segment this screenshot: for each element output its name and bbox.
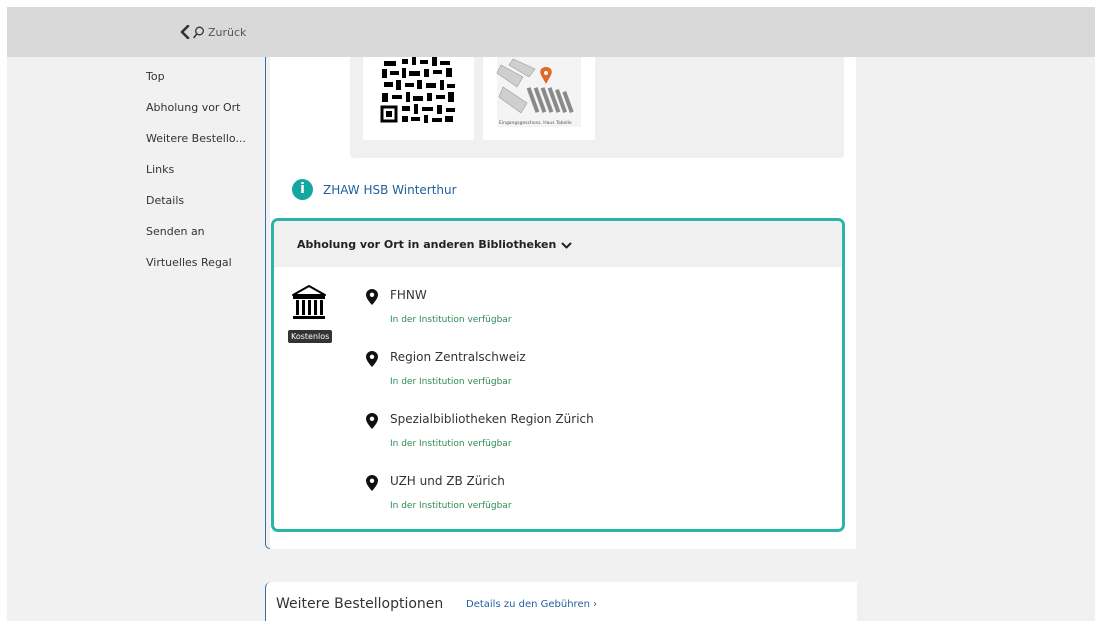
availability-status: In der Institution verfügbar bbox=[390, 315, 512, 325]
nav-item-top[interactable]: Top bbox=[146, 67, 246, 98]
availability-status: In der Institution verfügbar bbox=[390, 377, 512, 387]
section-nav: Top Abholung vor Ort Weitere Bestello...… bbox=[146, 67, 246, 284]
map-pin-icon bbox=[366, 413, 378, 433]
nav-item-links[interactable]: Links bbox=[146, 160, 246, 191]
map-caption: Eingangsgeschoss, Haus Tabelle bbox=[499, 120, 572, 126]
institution-name[interactable]: FHNW bbox=[390, 288, 427, 302]
nav-item-abholung[interactable]: Abholung vor Ort bbox=[146, 98, 246, 129]
map-pin-icon bbox=[366, 475, 378, 495]
app-frame: Zurück Top Abholung vor Ort Weitere Best… bbox=[7, 7, 1095, 621]
top-bar: Zurück bbox=[7, 7, 1095, 57]
pickup-header[interactable]: Abholung vor Ort in anderen Bibliotheken bbox=[274, 221, 842, 267]
pickup-other-libraries-panel: Abholung vor Ort in anderen Bibliotheken… bbox=[271, 218, 845, 532]
nav-item-details[interactable]: Details bbox=[146, 191, 246, 222]
library-info[interactable]: i ZHAW HSB Winterthur bbox=[292, 179, 457, 200]
availability-status: In der Institution verfügbar bbox=[390, 501, 512, 511]
nav-item-bestelloptionen[interactable]: Weitere Bestello... bbox=[146, 129, 246, 160]
map-pin-icon bbox=[366, 351, 378, 371]
back-label: Zurück bbox=[208, 25, 247, 39]
chevron-left-icon bbox=[179, 25, 191, 39]
nav-item-regal[interactable]: Virtuelles Regal bbox=[146, 253, 246, 284]
institution-name[interactable]: Region Zentralschweiz bbox=[390, 350, 526, 364]
availability-status: In der Institution verfügbar bbox=[390, 439, 512, 449]
order-options-title: Weitere Bestelloptionen bbox=[276, 596, 444, 612]
institution-name[interactable]: UZH und ZB Zürich bbox=[390, 474, 505, 488]
institution-name[interactable]: Spezialbibliotheken Region Zürich bbox=[390, 412, 594, 426]
chevron-down-icon bbox=[561, 235, 572, 254]
pickup-title: Abholung vor Ort in anderen Bibliotheken bbox=[297, 237, 557, 251]
section-bracket bbox=[265, 57, 270, 549]
back-button[interactable]: Zurück bbox=[179, 21, 246, 43]
library-link[interactable]: ZHAW HSB Winterthur bbox=[323, 183, 457, 197]
fees-details-link[interactable]: Details zu den Gebühren › bbox=[466, 599, 597, 610]
qr-code[interactable] bbox=[363, 57, 474, 140]
map-pin-icon bbox=[366, 289, 378, 309]
institution-icon bbox=[291, 285, 327, 327]
info-icon: i bbox=[292, 179, 313, 200]
location-map[interactable]: Eingangsgeschoss, Haus Tabelle bbox=[483, 57, 595, 140]
nav-item-senden[interactable]: Senden an bbox=[146, 222, 246, 253]
free-badge: Kostenlos bbox=[288, 330, 333, 343]
search-icon bbox=[193, 26, 205, 39]
